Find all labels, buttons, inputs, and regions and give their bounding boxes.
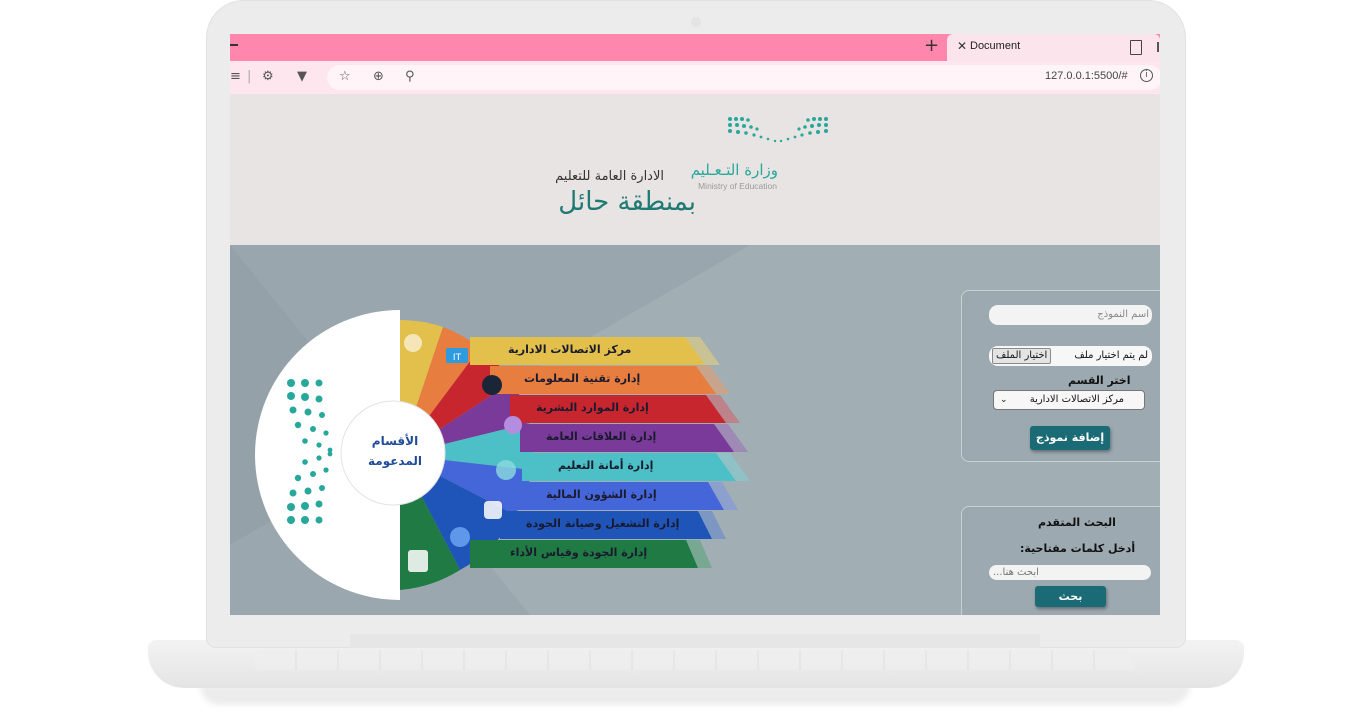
form-name-input[interactable]: اسم النموذج [989,305,1152,325]
browser-toolbar: ≡ | ⚙ ▼ ☆ ⊕ ⚲ 127.0.0.1:5500/# i [230,61,1160,94]
choose-file-button[interactable]: اختيار الملف [992,348,1052,364]
zoom-icon[interactable]: ⊕ [373,69,384,84]
chevron-down-icon: ⌄ [1000,395,1008,405]
browser-tab[interactable]: ✕ Document [947,34,1160,61]
dept-label-finance[interactable]: إدارة الشؤون المالية [546,488,657,501]
dept-label-admin-comm[interactable]: مركز الاتصالات الادارية [508,343,631,356]
search-keywords-label: أدخل كلمات مفتاحية: [1020,542,1136,555]
laptop-hinge [350,634,1040,648]
search-input[interactable]: ابحث هنا... [989,565,1151,580]
webcam-icon [691,17,701,27]
file-input[interactable]: لم يتم اختيار ملف اختيار الملف [989,346,1152,366]
tab-edge-right [1157,42,1159,52]
section-selected-value: مركز الاتصالات الادارية [1029,394,1124,405]
laptop-keyboard [255,650,1135,670]
vivaldi-icon[interactable]: ▼ [297,69,307,84]
ministry-logo-dots [728,117,828,143]
ministry-name-english: Ministry of Education [698,181,777,191]
dept-label-pr[interactable]: إدارة العلاقات العامة [546,430,656,443]
search-panel: البحث المتقدم أدخل كلمات مفتاحية: ابحث ه… [961,506,1160,615]
close-tab-icon[interactable]: ✕ [957,39,967,53]
departments-wheel: IT الأقسام المدعومة [255,310,750,600]
ministry-name-arabic: وزارة التـعـليم [691,161,778,179]
bookmark-star-icon[interactable]: ☆ [339,69,351,84]
add-form-button[interactable]: إضافة نموذج [1030,426,1110,450]
form-name-placeholder: اسم النموذج [1097,309,1149,320]
header-logo: وزارة التـعـليم Ministry of Education ال… [555,117,828,217]
url-text[interactable]: 127.0.0.1:5500/# [1045,70,1128,82]
directorate-line2: بمنطقة حائل [558,187,696,217]
tab-title: Document [970,40,1021,52]
menu-icon[interactable]: ≡ [230,69,241,84]
new-tab-icon[interactable]: + [924,35,939,56]
search-title: البحث المتقدم [1038,516,1116,529]
address-bar[interactable]: ☆ ⊕ ⚲ [327,65,1160,90]
wheel-center-line2: المدعومة [368,454,422,469]
key-icon[interactable]: ⚲ [405,69,415,84]
document-icon [1130,40,1142,55]
extensions-icon[interactable]: ⚙ [262,69,274,84]
svg-text:IT: IT [453,353,462,363]
browser-tabbar: + ✕ Document [230,34,1160,61]
search-button[interactable]: بحث [1035,586,1106,607]
add-form-panel: اسم النموذج لم يتم اختيار ملف اختيار الم… [961,290,1160,462]
dept-label-it[interactable]: إدارة تقنية المعلومات [524,372,640,385]
section-select[interactable]: ⌄ مركز الاتصالات الادارية [993,390,1145,410]
dept-label-operations[interactable]: إدارة التشغيل وصيانة الجودة [526,517,679,530]
dept-label-secretariat[interactable]: إدارة أمانة التعليم [558,459,653,472]
section-select-label: اختر القسم [1068,374,1131,387]
directorate-line1: الادارة العامة للتعليم [555,169,664,184]
file-status-text: لم يتم اختيار ملف [1074,350,1148,361]
search-placeholder: ابحث هنا... [993,567,1039,578]
laptop-screen: + ✕ Document ≡ | ⚙ ▼ ☆ ⊕ ⚲ 127.0.0.1:550… [230,34,1160,615]
laptop-shadow [200,685,1190,705]
page-header: وزارة التـعـليم Ministry of Education ال… [230,94,1160,245]
dept-label-hr[interactable]: إدارة الموارد البشرية [536,401,649,414]
wheel-center-line1: الأقسام [372,433,418,449]
tab-edge [230,44,238,46]
separator: | [247,69,252,84]
main-section: IT الأقسام المدعومة مركز الاتصالات الادا… [230,245,1160,615]
info-icon[interactable]: i [1140,69,1153,82]
wheel-center [340,400,446,506]
dept-label-quality[interactable]: إدارة الجودة وقياس الأداء [510,546,647,559]
